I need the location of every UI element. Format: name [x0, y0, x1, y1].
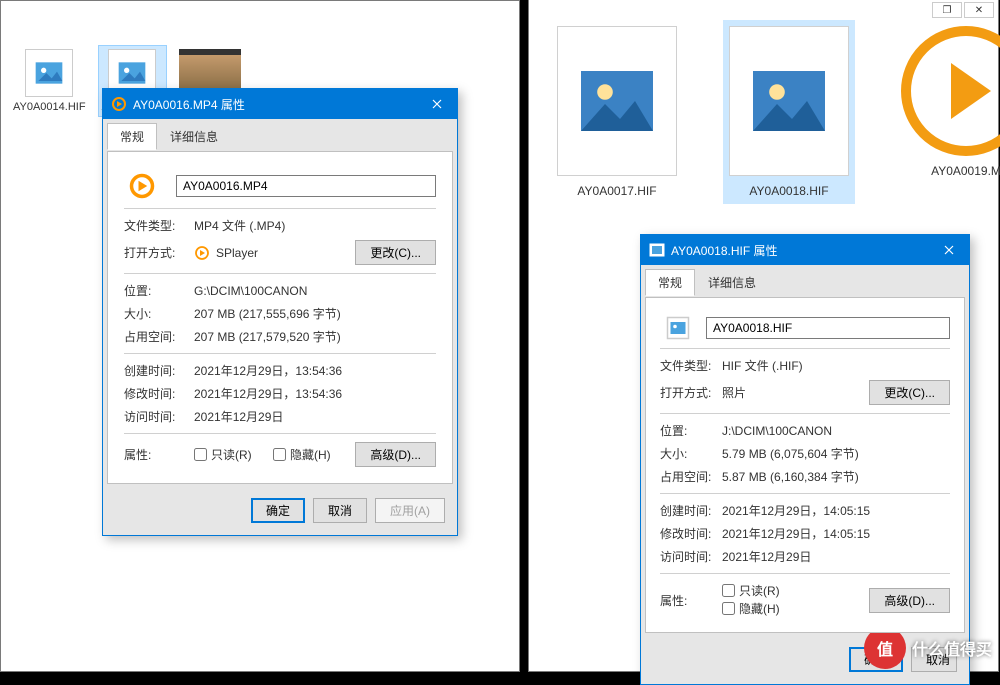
value-size: 5.79 MB (6,075,604 字节)	[722, 445, 950, 462]
file-label: AY0A0018.HIF	[749, 184, 828, 198]
label-sizeondisk: 占用空间:	[124, 328, 194, 345]
properties-dialog-left: AY0A0016.MP4 属性 常规 详细信息 文件类型:MP4 文件 (.MP…	[102, 88, 458, 536]
tab-details[interactable]: 详细信息	[157, 123, 231, 150]
file-item-selected[interactable]: AY0A0018.HIF	[723, 20, 855, 204]
ok-button[interactable]: 确定	[251, 498, 305, 523]
hidden-checkbox[interactable]: 隐藏(H)	[722, 600, 780, 617]
advanced-button[interactable]: 高级(D)...	[355, 442, 436, 467]
file-item-video[interactable]: AY0A0019.M	[895, 20, 1000, 184]
readonly-checkbox[interactable]: 只读(R)	[722, 582, 780, 599]
file-type-icon	[660, 316, 696, 340]
dialog-button-row: 确定 取消 应用(A)	[103, 488, 457, 535]
file-type-icon	[124, 172, 160, 200]
tab-bar: 常规 详细信息	[643, 267, 967, 296]
label-created: 创建时间:	[660, 502, 722, 519]
label-openwith: 打开方式:	[124, 244, 194, 261]
value-created: 2021年12月29日，14:05:15	[722, 502, 950, 519]
splayer-icon	[194, 245, 210, 261]
change-button[interactable]: 更改(C)...	[869, 380, 950, 405]
value-filetype: HIF 文件 (.HIF)	[722, 357, 950, 374]
change-button[interactable]: 更改(C)...	[355, 240, 436, 265]
watermark-badge-icon: 值	[864, 627, 906, 669]
filename-input[interactable]	[176, 175, 436, 197]
tab-details[interactable]: 详细信息	[695, 269, 769, 296]
dialog-title: AY0A0016.MP4 属性	[133, 96, 245, 113]
dialog-title: AY0A0018.HIF 属性	[671, 242, 778, 259]
label-modified: 修改时间:	[124, 385, 194, 402]
label-size: 大小:	[660, 445, 722, 462]
value-sizeondisk: 5.87 MB (6,160,384 字节)	[722, 468, 950, 485]
image-icon	[25, 49, 73, 97]
value-location: G:\DCIM\100CANON	[194, 284, 436, 298]
tab-general[interactable]: 常规	[107, 123, 157, 150]
label-location: 位置:	[660, 422, 722, 439]
page-icon	[729, 26, 849, 176]
label-created: 创建时间:	[124, 362, 194, 379]
value-openwith: 照片	[722, 384, 869, 401]
tab-general[interactable]: 常规	[645, 269, 695, 296]
watermark-text: 什么值得买	[912, 636, 992, 660]
file-label: AY0A0014.HIF	[13, 101, 86, 113]
readonly-checkbox[interactable]: 只读(R)	[194, 446, 252, 463]
tab-body: 文件类型:HIF 文件 (.HIF) 打开方式: 照片 更改(C)... 位置:…	[645, 297, 965, 633]
file-label: AY0A0019.M	[931, 164, 1000, 178]
file-item[interactable]: AY0A0017.HIF	[551, 20, 683, 204]
filename-input[interactable]	[706, 317, 950, 339]
close-button[interactable]	[417, 89, 457, 119]
label-accessed: 访问时间:	[124, 408, 194, 425]
value-modified: 2021年12月29日，14:05:15	[722, 525, 950, 542]
cancel-button[interactable]: 取消	[313, 498, 367, 523]
video-file-icon	[111, 96, 127, 112]
page-icon	[557, 26, 677, 176]
tab-bar: 常规 详细信息	[105, 121, 455, 150]
value-accessed: 2021年12月29日	[194, 408, 436, 425]
value-sizeondisk: 207 MB (217,579,520 字节)	[194, 328, 436, 345]
titlebar[interactable]: AY0A0016.MP4 属性	[103, 89, 457, 119]
label-location: 位置:	[124, 282, 194, 299]
apply-button: 应用(A)	[375, 498, 445, 523]
value-modified: 2021年12月29日，13:54:36	[194, 385, 436, 402]
file-item[interactable]: AY0A0014.HIF	[9, 45, 90, 117]
label-openwith: 打开方式:	[660, 384, 722, 401]
value-created: 2021年12月29日，13:54:36	[194, 362, 436, 379]
right-file-area: AY0A0017.HIF AY0A0018.HIF AY0A0019.M	[551, 20, 1000, 204]
titlebar[interactable]: AY0A0018.HIF 属性	[641, 235, 969, 265]
image-file-icon	[649, 242, 665, 258]
label-attributes: 属性:	[660, 592, 722, 609]
hidden-checkbox[interactable]: 隐藏(H)	[273, 446, 331, 463]
value-location: J:\DCIM\100CANON	[722, 424, 950, 438]
value-openwith: SPlayer	[216, 246, 258, 260]
label-filetype: 文件类型:	[660, 357, 722, 374]
value-size: 207 MB (217,555,696 字节)	[194, 305, 436, 322]
restore-icon[interactable]: ❐	[932, 2, 962, 18]
watermark: 值 什么值得买	[864, 627, 992, 669]
close-icon	[944, 245, 954, 255]
window-controls: ❐ ✕	[932, 2, 994, 18]
label-accessed: 访问时间:	[660, 548, 722, 565]
properties-dialog-right: AY0A0018.HIF 属性 常规 详细信息 文件类型:HIF 文件 (.HI…	[640, 234, 970, 685]
file-label: AY0A0017.HIF	[577, 184, 656, 198]
label-attributes: 属性:	[124, 446, 194, 463]
tab-body: 文件类型:MP4 文件 (.MP4) 打开方式: SPlayer 更改(C)..…	[107, 151, 453, 484]
label-sizeondisk: 占用空间:	[660, 468, 722, 485]
advanced-button[interactable]: 高级(D)...	[869, 588, 950, 613]
close-icon[interactable]: ✕	[964, 2, 994, 18]
play-circle-icon	[901, 26, 1000, 156]
close-button[interactable]	[929, 235, 969, 265]
close-icon	[432, 99, 442, 109]
label-filetype: 文件类型:	[124, 217, 194, 234]
label-size: 大小:	[124, 305, 194, 322]
value-filetype: MP4 文件 (.MP4)	[194, 217, 436, 234]
value-accessed: 2021年12月29日	[722, 548, 950, 565]
label-modified: 修改时间:	[660, 525, 722, 542]
pane-separator	[521, 0, 527, 675]
